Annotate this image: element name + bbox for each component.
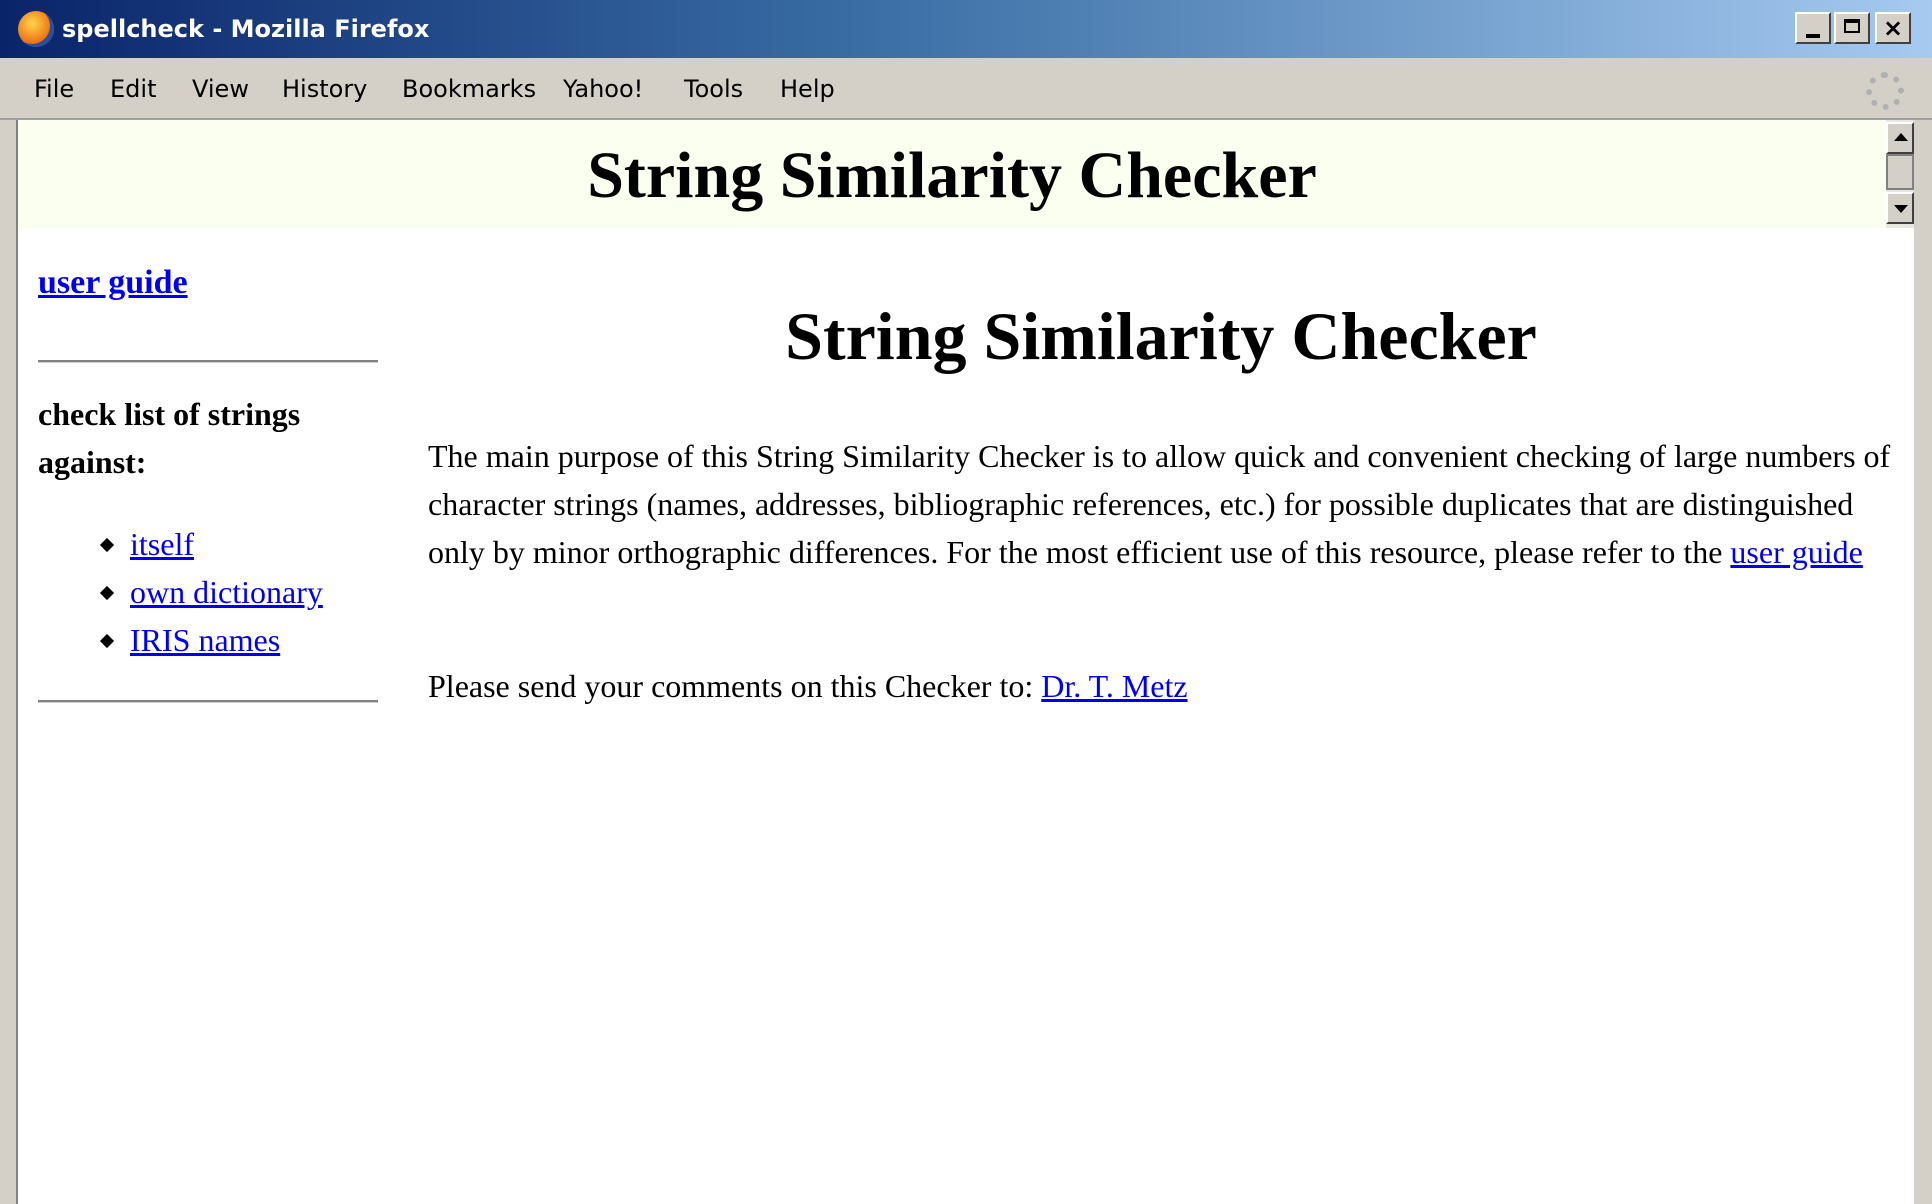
header-frame: String Similarity Checker — [18, 120, 1886, 228]
scroll-thumb[interactable] — [1886, 154, 1914, 190]
link-own-dictionary[interactable]: own dictionary — [130, 574, 323, 610]
contact-paragraph: Please send your comments on this Checke… — [428, 662, 1908, 710]
link-itself[interactable]: itself — [130, 526, 194, 562]
page-title: String Similarity Checker — [785, 298, 1537, 374]
main-frame: String Similarity Checker The main purpo… — [408, 228, 1914, 1204]
menu-tools[interactable]: Tools — [684, 72, 743, 106]
scroll-down-button[interactable] — [1886, 192, 1914, 224]
menu-yahoo[interactable]: Yahoo! — [563, 72, 643, 106]
maximize-icon — [1844, 19, 1860, 33]
window-frame-left — [0, 120, 18, 1204]
bullet-icon — [99, 633, 115, 649]
arrow-up-icon — [1894, 133, 1908, 141]
header-title: String Similarity Checker — [587, 139, 1317, 212]
title-bar[interactable]: spellcheck - Mozilla Firefox × — [0, 0, 1932, 58]
window-title: spellcheck - Mozilla Firefox — [62, 15, 430, 43]
list-item: own dictionary — [38, 568, 323, 616]
menu-bookmarks[interactable]: Bookmarks — [402, 72, 536, 106]
intro-user-guide-link[interactable]: user guide — [1730, 534, 1862, 570]
throbber-icon — [1866, 72, 1904, 110]
menu-edit[interactable]: Edit — [110, 72, 156, 106]
bullet-icon — [99, 537, 115, 553]
arrow-down-icon — [1894, 205, 1908, 213]
menu-view[interactable]: View — [192, 72, 249, 106]
contact-link[interactable]: Dr. T. Metz — [1041, 668, 1187, 704]
header-scrollbar[interactable] — [1886, 120, 1914, 228]
maximize-button[interactable] — [1834, 12, 1870, 44]
scroll-up-button[interactable] — [1886, 122, 1914, 154]
sidebar-list: itself own dictionary IRIS names — [38, 520, 323, 664]
link-iris-names[interactable]: IRIS names — [130, 622, 280, 658]
firefox-icon — [18, 11, 54, 47]
minimize-button[interactable] — [1795, 12, 1831, 44]
intro-text: The main purpose of this String Similari… — [428, 438, 1891, 570]
sidebar-heading: check list of strings against: — [38, 396, 301, 480]
sidebar-user-guide-link[interactable]: user guide — [38, 264, 188, 302]
list-item: itself — [38, 520, 323, 568]
minimize-icon — [1806, 34, 1820, 38]
intro-paragraph: The main purpose of this String Similari… — [428, 432, 1908, 576]
menu-file[interactable]: File — [34, 72, 74, 106]
bullet-icon — [99, 585, 115, 601]
menu-history[interactable]: History — [282, 72, 367, 106]
divider — [38, 700, 378, 703]
contact-text: Please send your comments on this Checke… — [428, 668, 1034, 704]
menu-bar: File Edit View History Bookmarks Yahoo! … — [0, 58, 1932, 120]
close-icon: × — [1882, 14, 1904, 42]
close-button[interactable]: × — [1875, 12, 1911, 44]
menu-help[interactable]: Help — [780, 72, 835, 106]
list-item: IRIS names — [38, 616, 323, 664]
sidebar-frame: user guide check list of strings against… — [18, 228, 408, 1204]
window-frame-right — [1914, 120, 1932, 1204]
divider — [38, 360, 378, 363]
